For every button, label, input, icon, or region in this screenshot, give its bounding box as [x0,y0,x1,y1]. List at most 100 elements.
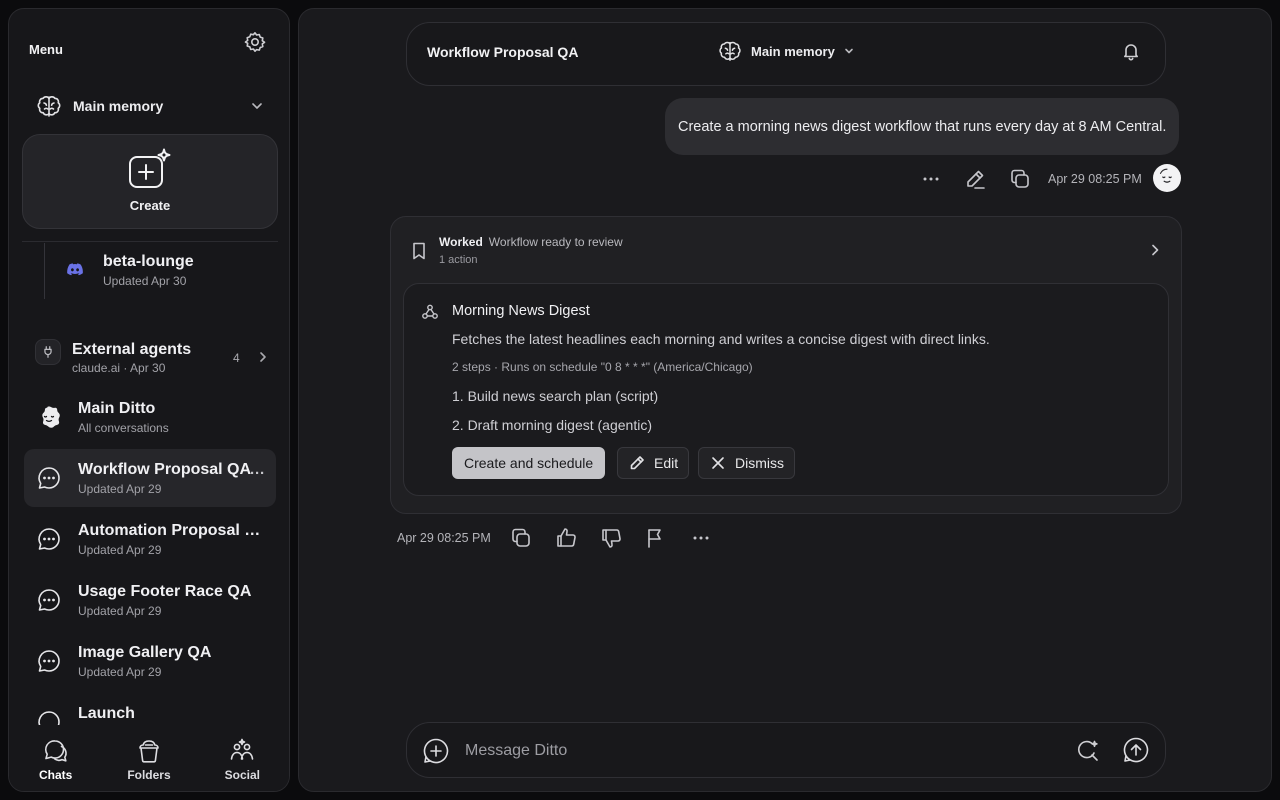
bookmark-icon [411,241,427,261]
social-icon [228,737,256,765]
ai-status: Worked Workflow ready to review [439,235,623,249]
tab-folders[interactable]: Folders [102,725,195,791]
create-and-schedule-label: Create and schedule [464,455,594,471]
add-attachment-icon[interactable] [422,737,450,765]
edit-button[interactable]: Edit [617,447,690,479]
workflow-meta: 2 steps · Runs on schedule "0 8 * * *" (… [452,360,753,374]
user-message: Create a morning news digest workflow th… [665,98,1180,155]
create-and-schedule-button[interactable]: Create and schedule [452,447,606,479]
chat-title: Image Gallery QA [78,644,212,661]
menu-label: Menu [29,42,63,57]
chats-icon [42,737,70,765]
copy-icon[interactable] [509,526,533,550]
chat-subtitle: All conversations [78,421,169,435]
edit-pencil-icon[interactable] [963,167,987,191]
close-icon [709,454,727,472]
workflow-icon [421,303,439,321]
chat-subtitle: Updated Apr 29 [78,482,162,496]
folders-icon [135,737,163,765]
ditto-avatar-icon [1153,164,1181,192]
chevron-right-icon [257,350,269,364]
workflow-step: 2. Draft morning digest (agentic) [452,417,652,433]
message-composer [406,722,1166,778]
edit-label: Edit [654,455,679,471]
chat-item-usage-footer[interactable]: Usage Footer Race QA Updated Apr 29 [24,571,276,629]
create-button[interactable]: Create [22,134,278,229]
thumbs-up-icon[interactable] [554,526,578,550]
brain-icon [35,92,63,120]
add-sparkle-icon [125,148,175,192]
memory-label: Main memory [73,98,164,114]
channel-updated: Updated Apr 30 [103,274,187,288]
divider [22,241,278,242]
chat-title: Usage Footer Race QA [78,583,252,600]
status-label: Worked [439,235,483,249]
flag-icon[interactable] [644,526,668,550]
thread-line [44,243,45,299]
more-options-icon[interactable] [919,167,943,191]
actions-count: 1 action [439,254,478,266]
chat-bubble-icon [36,465,62,491]
chat-subtitle: Updated Apr 29 [78,665,162,679]
message-input[interactable] [465,733,1045,769]
chevron-down-icon [843,45,855,57]
more-options-button[interactable]: ··· [250,465,265,482]
chat-subtitle: Updated Apr 29 [78,604,162,618]
tab-label: Folders [127,768,171,782]
brain-icon [717,38,743,64]
chat-item-main-ditto[interactable]: Main Ditto All conversations [24,388,276,446]
chat-bubble-icon [36,526,62,552]
chevron-right-icon[interactable] [1149,242,1161,258]
dismiss-button[interactable]: Dismiss [698,447,795,479]
chat-item-automation-proposal[interactable]: Automation Proposal Race QA Updated Apr … [24,510,276,568]
chat-bubble-icon [36,648,62,674]
tab-label: Chats [38,768,73,782]
chat-item-image-gallery[interactable]: Image Gallery QA Updated Apr 29 [24,632,276,690]
tab-social[interactable]: Social [196,725,289,791]
chat-bubble-icon [36,587,62,613]
chat-item-workflow-proposal-qa[interactable]: Workflow Proposal QA Updated Apr 29 ··· [24,449,276,507]
tab-chats[interactable]: Chats [9,725,102,791]
tab-label: Social [224,768,260,782]
more-options-icon[interactable] [689,526,713,550]
chat-title: Automation Proposal Race QA [78,522,262,539]
ai-message-timestamp: Apr 29 08:25 PM [397,531,491,545]
bell-icon[interactable] [1121,41,1141,61]
chat-main: Workflow Proposal QA Main memory Create … [298,8,1272,792]
chat-title: Launch [78,705,135,722]
chat-title: Main Ditto [78,400,156,417]
memory-label: Main memory [751,43,835,59]
dismiss-label: Dismiss [735,455,784,471]
pencil-icon [628,454,646,472]
sparkle-search-icon[interactable] [1076,739,1100,763]
bottom-nav: Chats Folders Social [9,725,289,791]
chat-subtitle: Updated Apr 29 [78,543,162,557]
copy-icon[interactable] [1008,167,1032,191]
external-agents-label: External agents [72,341,192,358]
thumbs-down-icon[interactable] [599,526,623,550]
channel-name: beta-lounge [103,253,194,270]
ai-response-card: Worked Workflow ready to review 1 action … [390,216,1182,514]
create-label: Create [129,198,171,213]
send-icon[interactable] [1122,736,1150,764]
workflow-proposal-card: Morning News Digest Fetches the latest h… [403,283,1169,496]
channel-item-beta-lounge[interactable]: beta-lounge Updated Apr 30 [67,253,194,288]
external-agents-sub: claude.ai · Apr 30 [72,361,166,375]
external-agents-count: 4 [233,351,240,365]
external-agents-item[interactable]: External agents claude.ai · Apr 30 4 [35,333,275,375]
workflow-title: Morning News Digest [452,303,590,319]
chat-title-header: Workflow Proposal QA [427,44,579,60]
chat-title: Workflow Proposal QA [78,461,252,478]
user-message-timestamp: Apr 29 08:25 PM [1048,172,1142,186]
plug-icon [35,339,61,365]
discord-icon [67,263,83,277]
gear-icon[interactable] [243,30,267,54]
workflow-step: 1. Build news search plan (script) [452,388,659,404]
status-text: Workflow ready to review [488,235,623,249]
workflow-description: Fetches the latest headlines each mornin… [452,331,990,347]
memory-selector-header[interactable]: Main memory [717,38,855,64]
sidebar: Menu Main memory Create beta-lounge Upda… [8,8,290,792]
chat-header: Workflow Proposal QA Main memory [406,22,1166,86]
chevron-down-icon [249,98,265,114]
memory-selector[interactable]: Main memory [23,81,277,131]
